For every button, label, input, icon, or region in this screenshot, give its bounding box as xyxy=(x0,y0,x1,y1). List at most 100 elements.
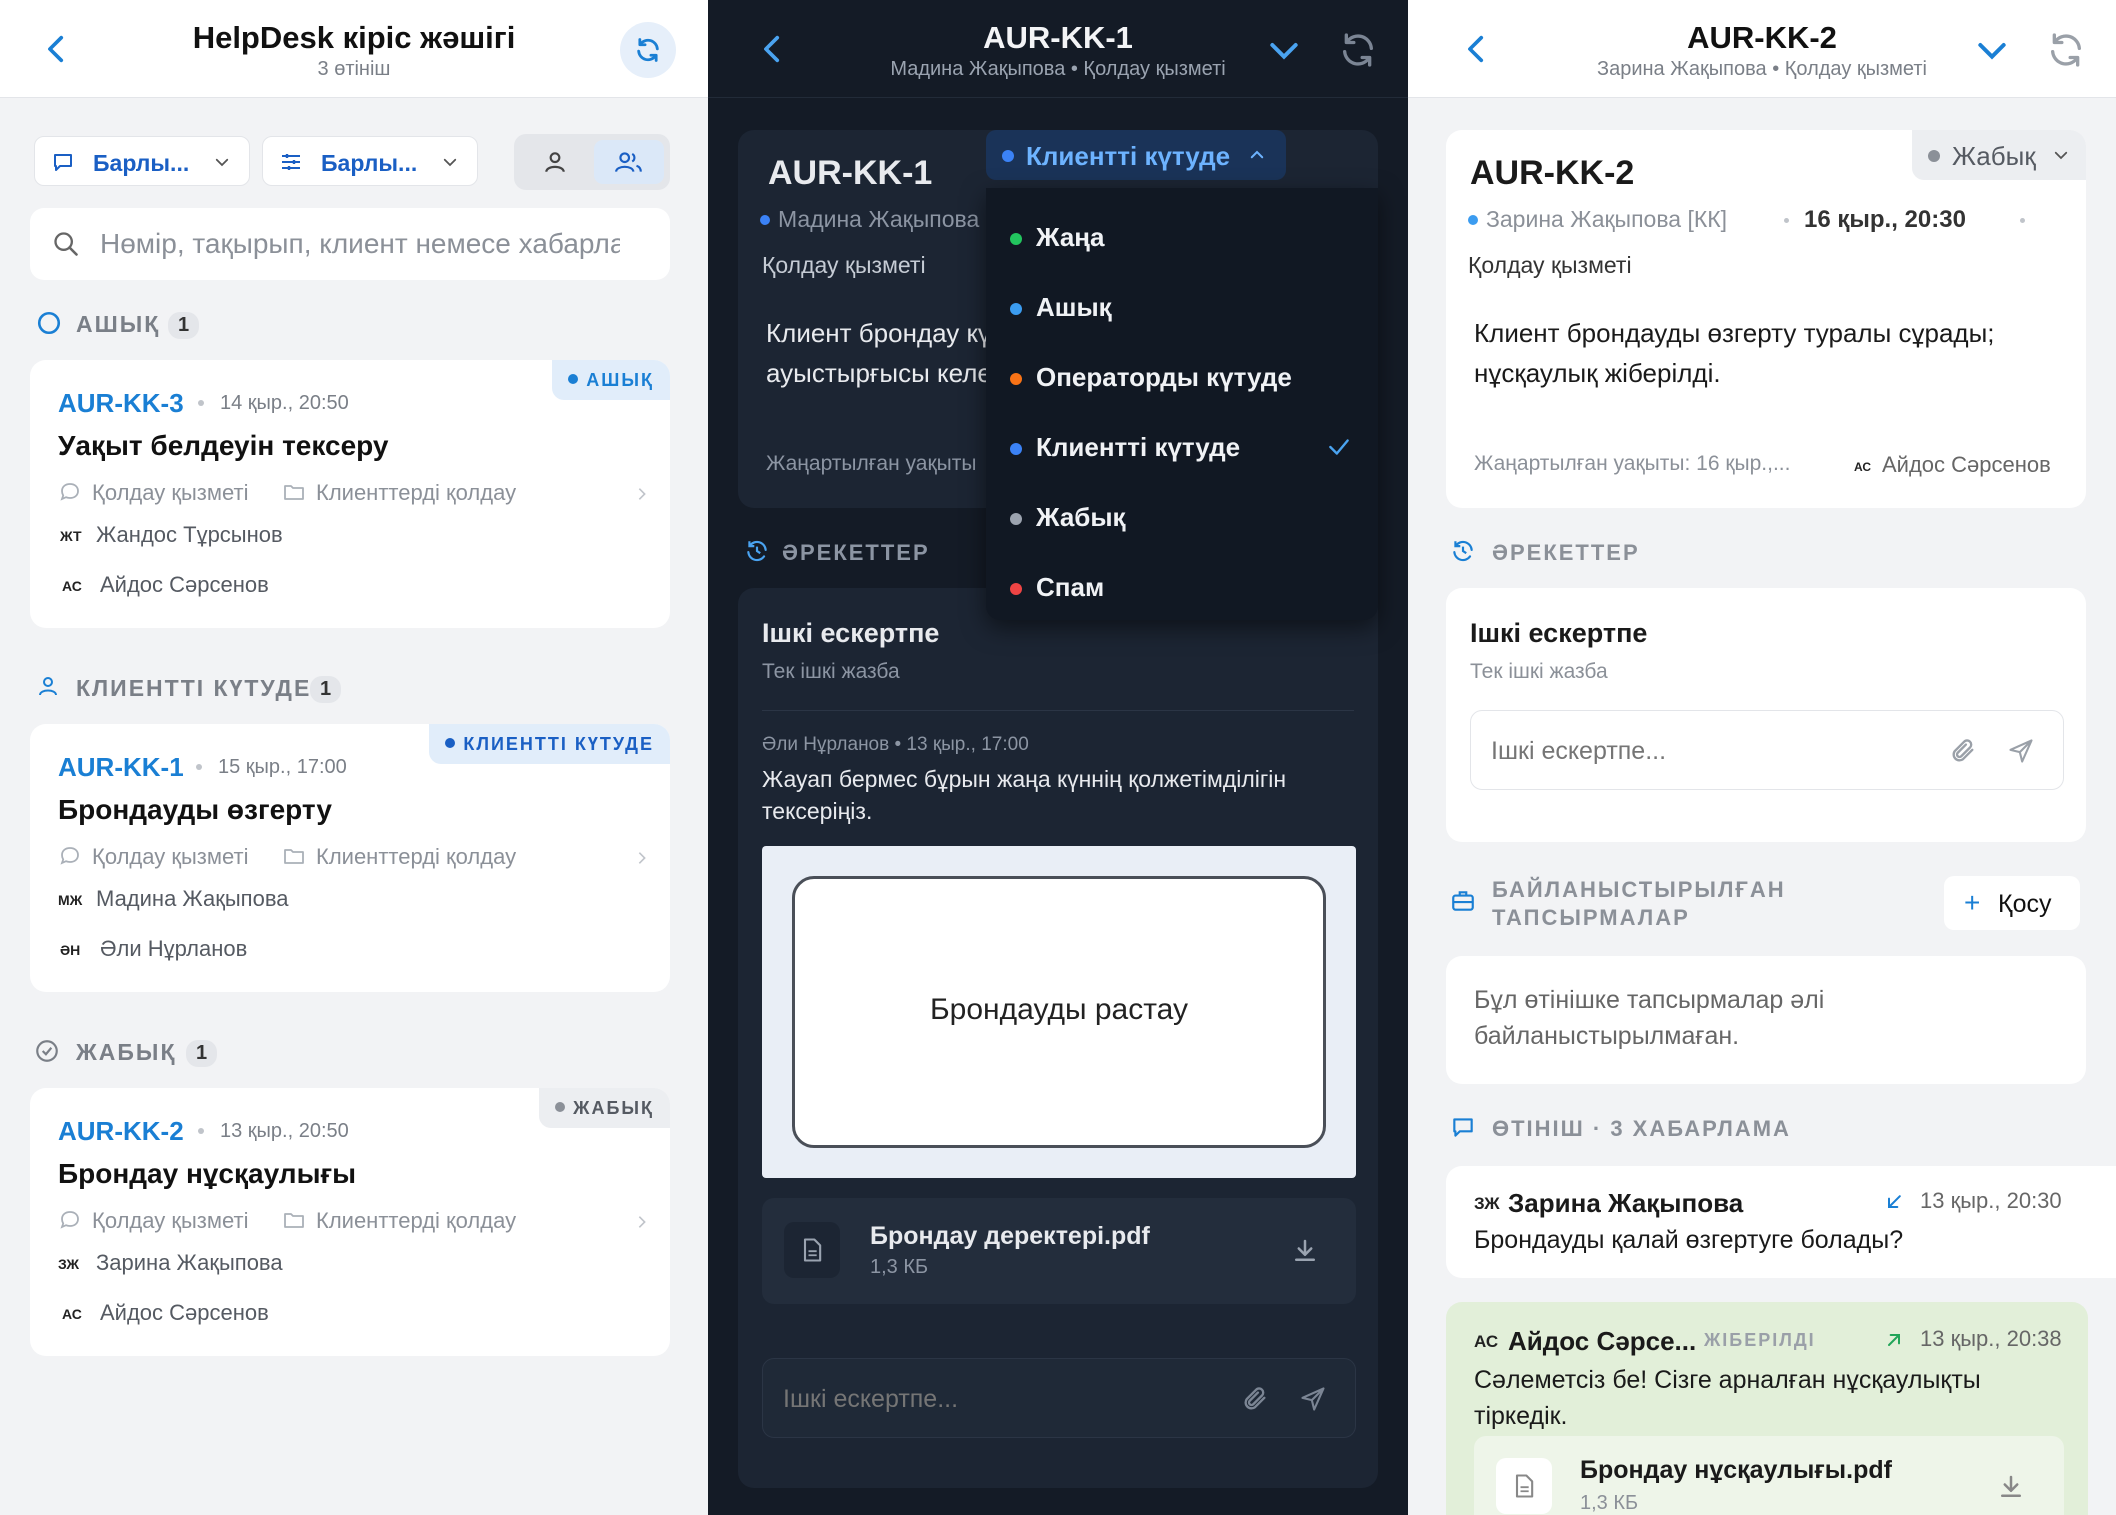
client-name: Зарина Жақыпова [КК] xyxy=(1468,206,1727,233)
chevron-right-icon xyxy=(638,1216,646,1228)
folder-icon xyxy=(284,849,304,864)
linked-tasks-empty: Бұл өтінішке тапсырмалар әлі байланыстыр… xyxy=(1446,956,2086,1084)
chevron-down-icon[interactable] xyxy=(1972,30,2012,70)
status-option-closed[interactable]: Жабық xyxy=(986,482,1378,552)
status-option-waiting-operator[interactable]: Операторды күтуде xyxy=(986,342,1378,412)
section-waiting-label: КЛИЕНТТІ КҮТУДЕ xyxy=(76,675,312,701)
ticket-channel: Қолдау қызметі xyxy=(762,252,926,278)
message-author: Зарина Жақыпова xyxy=(1508,1188,1744,1218)
client-initials: ЗЖ xyxy=(58,1256,80,1272)
attachment-preview[interactable]: Брондауды растау xyxy=(762,846,1356,1178)
ticket-card[interactable]: ЖАБЫҚ AUR-KK-2 13 қыр., 20:50 Брондау нұ… xyxy=(30,1088,670,1356)
filter-status-dropdown[interactable]: Барлы... xyxy=(262,136,478,186)
status-dropdown-label: Клиентті күтуде xyxy=(1026,141,1231,171)
history-icon xyxy=(747,540,767,562)
chevron-right-icon xyxy=(638,488,646,500)
agent-initials: АС xyxy=(1854,460,1872,474)
status-option-new[interactable]: Жаңа xyxy=(986,202,1378,272)
note-title: Ішкі ескертпе xyxy=(762,618,940,648)
plus-icon: + xyxy=(1964,887,1981,918)
status-badge: ЖАБЫҚ xyxy=(539,1088,670,1128)
paperclip-icon[interactable] xyxy=(1241,1385,1269,1413)
ticket-date: 13 қыр., 20:50 xyxy=(220,1120,349,1142)
chevron-down-icon[interactable] xyxy=(1264,30,1304,70)
refresh-icon[interactable] xyxy=(1338,30,1378,70)
ticket-client: Жандос Тұрсынов xyxy=(96,522,283,547)
section-closed-label: ЖАБЫҚ xyxy=(76,1039,177,1065)
check-icon xyxy=(1329,439,1349,455)
attachment-file[interactable]: Брондау деректері.pdf 1,3 КБ xyxy=(762,1198,1356,1304)
chat-bubble-icon xyxy=(60,1211,79,1229)
message-initials: ЗЖ xyxy=(1474,1194,1500,1213)
filter-status-label: Барлы... xyxy=(321,150,418,176)
filter-channel-dropdown[interactable]: Барлы... xyxy=(34,136,250,186)
message-time: 13 қыр., 20:38 xyxy=(1920,1326,2062,1351)
status-option-waiting-client[interactable]: Клиентті күтуде xyxy=(986,412,1378,482)
ticket-summary-line2: ауыстырғысы келеді. xyxy=(766,358,1020,388)
file-size: 1,3 КБ xyxy=(1580,1492,1639,1514)
ticket-detail-light-panel: AUR-KK-2 Зарина Жақыпова • Қолдау қызмет… xyxy=(1408,0,2116,1515)
message-text-line1: Сәлеметсіз бе! Сізге арналған нұсқаулықт… xyxy=(1474,1366,1981,1394)
user-icon xyxy=(39,677,57,696)
check-circle-icon xyxy=(36,1040,58,1062)
send-icon[interactable] xyxy=(2007,737,2035,765)
preview-label: Брондауды растау xyxy=(929,993,1188,1026)
ticket-id: AUR-KK-2 xyxy=(58,1116,184,1146)
ticket-card[interactable]: АШЫҚ AUR-KK-3 14 қыр., 20:50 Уақыт белде… xyxy=(30,360,670,628)
incoming-arrow-icon xyxy=(1888,1195,1901,1208)
chevron-up-icon xyxy=(1250,150,1264,159)
status-badge: АШЫҚ xyxy=(552,360,670,400)
send-icon[interactable] xyxy=(1299,1385,1327,1413)
ticket-date: 16 қыр., 20:30 xyxy=(1804,206,1966,233)
note-input-box xyxy=(762,1358,1356,1438)
file-size: 1,3 КБ xyxy=(870,1256,929,1278)
status-dropdown[interactable]: Клиентті күтуде xyxy=(986,130,1286,180)
ticket-channel: Қолдау қызметі xyxy=(92,844,249,869)
file-icon xyxy=(1515,1474,1534,1498)
download-icon[interactable] xyxy=(1996,1472,2026,1502)
ticket-queue: Клиенттерді қолдау xyxy=(316,480,517,505)
folder-icon xyxy=(284,485,304,500)
view-mine-button[interactable] xyxy=(520,140,590,184)
note-input[interactable] xyxy=(783,1379,1183,1419)
refresh-icon xyxy=(637,38,659,62)
updated-time: Жаңартылған уақыты: 16 қыр.,... xyxy=(1474,452,1791,475)
status-dropdown[interactable]: Жабық xyxy=(1912,130,2086,180)
view-all-button[interactable] xyxy=(594,140,664,184)
search-input[interactable] xyxy=(100,224,620,264)
ticket-id: AUR-KK-1 xyxy=(58,752,184,782)
ticket-queue: Клиенттерді қолдау xyxy=(316,844,517,869)
linked-empty-line2: байланыстырылмаған. xyxy=(1474,1022,1740,1050)
status-badge: КЛИЕНТТІ КҮТУДЕ xyxy=(429,724,670,764)
note-input[interactable] xyxy=(1491,731,1891,771)
paperclip-icon[interactable] xyxy=(1949,737,1977,765)
circle-icon xyxy=(37,311,61,335)
ticket-channel: Қолдау қызметі xyxy=(1468,252,1632,278)
refresh-button[interactable] xyxy=(620,22,676,78)
chat-bubble-icon xyxy=(60,847,79,865)
refresh-icon[interactable] xyxy=(2046,30,2086,70)
ticket-summary-line1: Клиент брондауды өзгерту туралы сұрады; xyxy=(1474,318,1995,348)
chevron-right-icon xyxy=(638,852,646,864)
ticket-id: AUR-KK-3 xyxy=(58,388,184,418)
file-name: Брондау деректері.pdf xyxy=(870,1222,1150,1250)
message-attachment[interactable]: Брондау нұсқаулығы.pdf 1,3 КБ xyxy=(1474,1436,2064,1515)
message-incoming: ЗЖ Зарина Жақыпова 13 қыр., 20:30 Бронда… xyxy=(1446,1166,2116,1278)
chevron-down-icon xyxy=(215,158,229,167)
client-name: Мадина Жақыпова xyxy=(760,206,979,233)
ticket-count: 3 өтініш xyxy=(317,58,391,80)
ticket-summary-line2: нұсқаулық жіберілді. xyxy=(1474,358,1721,388)
ticket-card[interactable]: КЛИЕНТТІ КҮТУДЕ AUR-KK-1 15 қыр., 17:00 … xyxy=(30,724,670,992)
add-task-button[interactable]: + Қосу xyxy=(1944,876,2080,930)
chat-icon xyxy=(54,154,72,171)
status-option-spam[interactable]: Спам xyxy=(986,552,1378,622)
ticket-agent: Айдос Сәрсенов xyxy=(1882,452,2051,477)
status-option-open[interactable]: Ашық xyxy=(986,272,1378,342)
status-menu: Жаңа Ашық Операторды күтуде Клиентті күт… xyxy=(986,188,1378,620)
detail-header: AUR-KK-2 Зарина Жақыпова • Қолдау қызмет… xyxy=(1408,0,2116,98)
client-initials: МЖ xyxy=(58,892,83,908)
inbox-panel: HelpDesk кіріс жәшігі 3 өтініш Барлы... … xyxy=(0,0,708,1515)
download-icon[interactable] xyxy=(1290,1236,1320,1266)
agent-initials: АС xyxy=(62,1306,82,1322)
section-closed-count: 1 xyxy=(186,1040,218,1067)
